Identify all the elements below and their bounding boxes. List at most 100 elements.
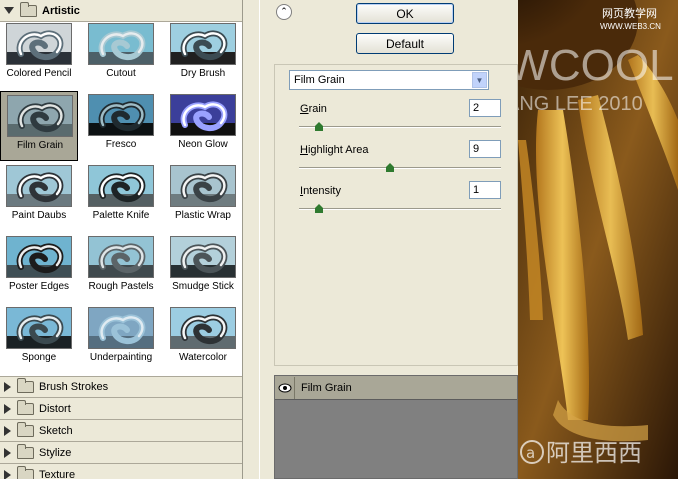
grain-slider-track[interactable] <box>299 126 501 128</box>
category-brush-strokes[interactable]: Brush Strokes <box>0 376 242 398</box>
category-sketch[interactable]: Sketch <box>0 420 242 442</box>
preview-image: SWCOOL ANG LEE 2010 网页教学网 WWW.WEB3.CN a … <box>518 0 678 479</box>
highlight-area-input[interactable]: 9 <box>469 140 501 158</box>
chevron-down-icon[interactable]: ▼ <box>472 72 487 88</box>
watermark-url: WWW.WEB3.CN <box>600 22 661 31</box>
folder-icon <box>17 465 34 479</box>
intensity-input[interactable]: 1 <box>469 181 501 199</box>
filter-preview-image <box>6 307 72 349</box>
effect-layer-row[interactable]: Film Grain <box>275 376 517 400</box>
filter-thumb-label: Colored Pencil <box>6 68 72 79</box>
category-artistic[interactable]: Artistic <box>0 0 242 22</box>
filter-thumb-film-grain[interactable]: Film Grain <box>0 91 78 161</box>
highlight-area-slider-track[interactable] <box>299 167 501 169</box>
watermark-bottom: 阿里西西 <box>546 439 642 467</box>
collapse-triangle-icon[interactable] <box>4 382 11 392</box>
filter-preview-image <box>7 95 73 137</box>
filter-thumb-label: Plastic Wrap <box>175 210 231 221</box>
effect-layer-name: Film Grain <box>301 381 352 394</box>
collapse-triangle-icon[interactable] <box>4 447 11 458</box>
image-preview: SWCOOL ANG LEE 2010 网页教学网 WWW.WEB3.CN a … <box>518 0 678 479</box>
highlight-area-label: Highlight Area <box>300 144 369 156</box>
filter-thumb-label: Poster Edges <box>8 281 70 292</box>
filter-thumb-label: Smudge Stick <box>172 281 234 292</box>
filter-thumb-underpainting[interactable]: Underpainting <box>82 304 160 374</box>
collapse-triangle-icon[interactable] <box>4 403 11 414</box>
filter-thumb-label: Rough Pastels <box>88 281 154 292</box>
chevron-up-icon[interactable]: ⌃ <box>276 4 292 20</box>
filter-preview-image <box>170 307 236 349</box>
category-label: Texture <box>39 468 76 479</box>
grain-input[interactable]: 2 <box>469 99 501 117</box>
default-button[interactable]: Default <box>356 33 454 54</box>
filter-gallery: Artistic Colored Pencil Cutout Dry Brush Fi… <box>0 0 243 479</box>
folder-icon <box>17 399 34 415</box>
watermark-sub: ANG LEE 2010 <box>518 93 643 115</box>
filter-select-value: Film Grain <box>294 74 345 86</box>
filter-thumb-poster-edges[interactable]: Poster Edges <box>0 233 78 303</box>
filter-thumb-label: Film Grain <box>16 140 64 151</box>
filter-preview-image <box>170 94 236 136</box>
filter-preview-image <box>88 165 154 207</box>
filter-thumb-label: Palette Knife <box>92 210 150 221</box>
intensity-label: Intensity <box>300 185 341 197</box>
filter-thumb-fresco[interactable]: Fresco <box>82 91 160 161</box>
collapse-triangle-icon[interactable] <box>4 469 11 479</box>
filter-settings-panel: ⌃ OK Default Film Grain ▼ Grain 2 Highli… <box>259 0 518 479</box>
watermark-top: 网页教学网 <box>602 6 657 20</box>
filter-thumb-colored-pencil[interactable]: Colored Pencil <box>0 20 78 90</box>
category-label: Artistic <box>42 4 80 17</box>
filter-preview-image <box>6 165 72 207</box>
filter-preview-image <box>6 236 72 278</box>
category-distort[interactable]: Distort <box>0 398 242 420</box>
category-label: Sketch <box>39 424 73 437</box>
filter-thumb-label: Watercolor <box>179 352 227 363</box>
grain-slider-thumb[interactable] <box>315 122 323 131</box>
category-label: Stylize <box>39 446 72 459</box>
filter-thumb-cutout[interactable]: Cutout <box>82 20 160 90</box>
highlight-area-slider-thumb[interactable] <box>386 163 394 172</box>
filter-thumb-paint-daubs[interactable]: Paint Daubs <box>0 162 78 232</box>
expand-triangle-icon[interactable] <box>4 7 14 14</box>
filter-preview-image <box>6 23 72 65</box>
intensity-slider-track[interactable] <box>299 208 501 210</box>
folder-icon <box>20 1 37 17</box>
collapse-triangle-icon[interactable] <box>4 425 11 436</box>
filter-preview-image <box>170 23 236 65</box>
filter-preview-image <box>88 307 154 349</box>
folder-icon <box>17 378 34 393</box>
filter-preview-image <box>170 236 236 278</box>
intensity-slider-thumb[interactable] <box>315 204 323 213</box>
filter-thumb-label: Underpainting <box>89 352 153 363</box>
filter-preview-image <box>88 23 154 65</box>
category-label: Distort <box>39 402 71 415</box>
filter-thumb-rough-pastels[interactable]: Rough Pastels <box>82 233 160 303</box>
filter-preview-image <box>88 94 154 136</box>
svg-text:a: a <box>526 444 535 462</box>
folder-icon <box>17 421 34 437</box>
filter-thumb-label: Dry Brush <box>180 68 226 79</box>
filter-thumb-plastic-wrap[interactable]: Plastic Wrap <box>164 162 242 232</box>
filter-thumb-smudge-stick[interactable]: Smudge Stick <box>164 233 242 303</box>
filter-thumb-dry-brush[interactable]: Dry Brush <box>164 20 242 90</box>
category-stylize[interactable]: Stylize <box>0 442 242 464</box>
folder-icon <box>17 443 34 459</box>
grain-label: Grain <box>300 103 327 115</box>
eye-icon[interactable] <box>275 376 295 399</box>
filter-thumb-label: Cutout <box>106 68 136 79</box>
filter-select[interactable]: Film Grain ▼ <box>289 70 489 90</box>
category-texture[interactable]: Texture <box>0 464 242 479</box>
filter-preview-image <box>170 165 236 207</box>
filter-thumb-neon-glow[interactable]: Neon Glow <box>164 91 242 161</box>
category-label: Brush Strokes <box>39 381 109 393</box>
ok-button[interactable]: OK <box>356 3 454 24</box>
filter-thumb-sponge[interactable]: Sponge <box>0 304 78 374</box>
filter-preview-image <box>88 236 154 278</box>
filter-thumb-label: Paint Daubs <box>11 210 67 221</box>
filter-thumb-watercolor[interactable]: Watercolor <box>164 304 242 374</box>
filter-thumb-palette-knife[interactable]: Palette Knife <box>82 162 160 232</box>
filter-thumb-label: Sponge <box>21 352 57 363</box>
filter-thumb-label: Neon Glow <box>178 139 228 150</box>
effect-layers-panel: Film Grain <box>274 375 518 479</box>
filter-thumb-label: Fresco <box>105 139 137 150</box>
